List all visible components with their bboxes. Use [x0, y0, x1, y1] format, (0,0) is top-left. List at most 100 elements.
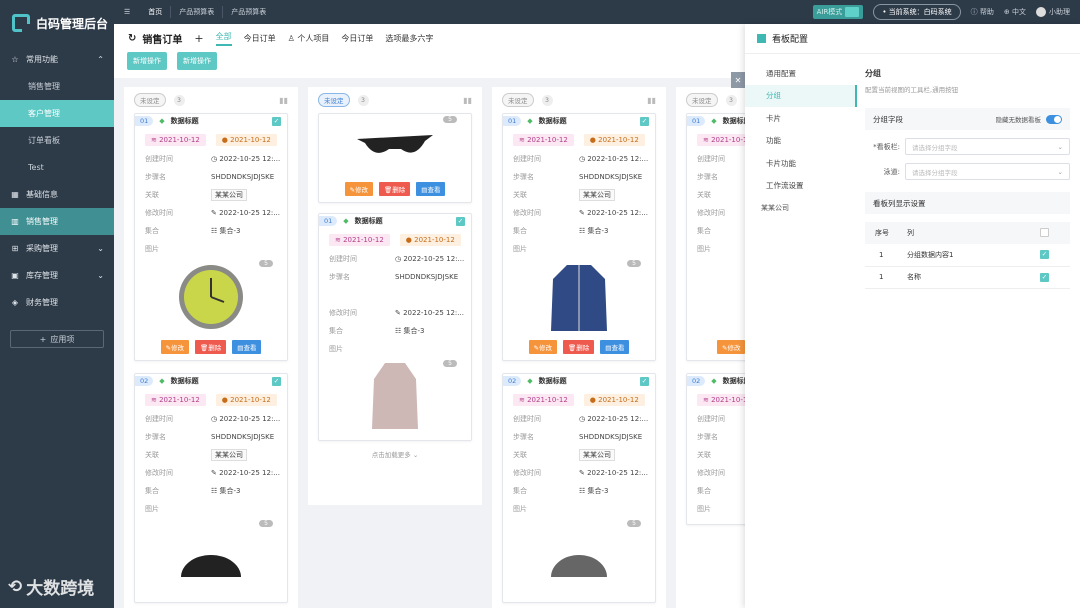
image-count-badge: 5 [259, 260, 273, 267]
nav-function[interactable]: 功能 [745, 130, 857, 153]
select-all-checkbox[interactable] [1040, 227, 1049, 237]
help-link[interactable]: ⓘ 帮助 [971, 7, 994, 17]
menu-group-common[interactable]: ☆ 常用功能 ⌃ [0, 46, 114, 73]
card-checkbox[interactable]: ✓ [640, 116, 649, 126]
board-column-select[interactable]: 请选择分组字段 ⌄ [905, 138, 1070, 155]
menu-group-sales[interactable]: ▥ 销售管理 [0, 208, 114, 235]
view-label: 查看 [243, 344, 257, 352]
filter-today[interactable]: 今日订单 [244, 33, 276, 44]
card-number: 01 [503, 116, 522, 126]
view-button[interactable]: ▤查看 [416, 182, 446, 196]
new-action-button[interactable]: 新增操作 [127, 52, 167, 70]
status-pill: 未设定 [502, 93, 534, 107]
filter-six-chars[interactable]: 选项最多六字 [385, 33, 433, 44]
menu-group-finance[interactable]: ◈ 财务管理 [0, 289, 114, 316]
bar-chart-icon[interactable]: ▮▮ [647, 96, 656, 105]
delete-button[interactable]: 🗑删除 [195, 340, 227, 354]
add-view-icon[interactable]: + [194, 32, 203, 45]
menu-item-test[interactable]: Test [0, 154, 114, 181]
nav-card-function[interactable]: 卡片功能 [745, 152, 857, 175]
field-label: 关联 [145, 191, 159, 199]
kanban-card[interactable]: 01 ◆ 数据标题 ✓ ≋ 2021-10-12 ● 2021-10-12 创建时间 ◷ … [502, 113, 656, 361]
product-image[interactable]: 5 [319, 358, 471, 434]
field-label: 图片 [145, 505, 159, 513]
checkbox-cell: ✓ [1040, 244, 1070, 267]
filter-personal[interactable]: ♙ 个人项目 [288, 33, 330, 44]
card-checkbox[interactable]: ✓ [272, 376, 281, 386]
nav-card[interactable]: 卡片 [745, 107, 857, 130]
drawer-close-button[interactable]: ✕ [731, 72, 745, 88]
hide-empty-toggle[interactable]: 隐藏无数据看板 [996, 114, 1062, 124]
card-checkbox[interactable]: ✓ [272, 116, 281, 126]
select-all-cell [1040, 222, 1070, 244]
delete-button[interactable]: 🗑删除 [563, 340, 595, 354]
edit-label: 修改 [171, 344, 185, 352]
row-checkbox[interactable]: ✓ [1040, 272, 1049, 282]
edit-button[interactable]: ✎修改 [528, 340, 558, 354]
system-selector[interactable]: • 当前系统：白码系统 [873, 4, 961, 20]
column-display-table: 序号 列 1 分组数据内容1 ✓ 1 名称 ✓ [865, 222, 1070, 289]
clock-image [179, 265, 243, 329]
date-value: 2021-10-12 [598, 396, 639, 404]
menu-toggle-icon[interactable]: ☰ [114, 8, 140, 16]
product-image[interactable]: 5 [319, 114, 471, 178]
air-mode-toggle[interactable]: AIR模式 [812, 5, 864, 19]
load-more-link[interactable]: 点击加载更多 ⌄ [318, 441, 472, 459]
edit-button[interactable]: ✎修改 [344, 182, 374, 196]
swimlane-select[interactable]: 请选择分组字段 ⌄ [905, 163, 1070, 180]
field-value: ☷ 集合-3 [211, 226, 241, 236]
kanban-card[interactable]: 5 ✎修改 🗑删除 ▤查看 [318, 113, 472, 203]
new-action-button[interactable]: 新增操作 [177, 52, 217, 70]
value-text: 2022-10-25 12:... [587, 469, 648, 477]
menu-group-inventory[interactable]: ▣ 库存管理 ⌄ [0, 262, 114, 289]
kanban-card[interactable]: 02 ◆ 数据标题 ✓ ≋ 2021-10-12 ● 2021-10-12 创建时间 ◷ … [502, 373, 656, 603]
menu-item-customers[interactable]: 客户管理 [0, 100, 114, 127]
view-button[interactable]: ▤查看 [232, 340, 262, 354]
view-button[interactable]: ▤查看 [600, 340, 630, 354]
clock-icon: ● [221, 136, 231, 144]
nav-general[interactable]: 通用配置 [745, 62, 857, 85]
nav-group[interactable]: 分组 [745, 84, 857, 107]
product-image[interactable]: 5 [135, 518, 287, 596]
box-icon: ▣ [11, 271, 19, 280]
user-menu[interactable]: 小助理 [1036, 7, 1070, 17]
tab-budget-2[interactable]: 产品预算表 [223, 6, 274, 18]
value-text: 2022-10-25 12:... [219, 469, 280, 477]
bar-chart-icon[interactable]: ▮▮ [463, 96, 472, 105]
kanban-card[interactable]: 01 ◆ 数据标题 ✓ ≋ 2021-10-12 ● 2021-10-12 创建时间 ◷ … [134, 113, 288, 361]
nav-workflow[interactable]: 工作流设置 [745, 175, 857, 198]
bar-chart-icon[interactable]: ▮▮ [279, 96, 288, 105]
product-image[interactable]: 5 [503, 518, 655, 596]
date-value: 2021-10-12 [230, 136, 271, 144]
delete-button[interactable]: 🗑删除 [379, 182, 411, 196]
menu-group-basic[interactable]: ▦ 基础信息 [0, 181, 114, 208]
product-image[interactable]: 5 [503, 258, 655, 336]
field-value: SHDDNDKSJDJSKE [395, 273, 459, 281]
filter-today-2[interactable]: 今日订单 [341, 33, 373, 44]
refresh-icon[interactable]: ↻ [128, 33, 136, 44]
add-app-button[interactable]: + 应用项 [10, 330, 104, 348]
tab-home[interactable]: 首页 [140, 6, 172, 18]
product-image[interactable]: 5 [135, 258, 287, 336]
board-config-drawer: 看板配置 通用配置 分组 卡片 功能 卡片功能 工作流设置 某某公司 分组 配置… [745, 24, 1080, 608]
menu-item-sales[interactable]: 销售管理 [0, 73, 114, 100]
card-title: 数据标题 [354, 217, 383, 225]
card-number: 02 [503, 376, 522, 386]
kanban-card[interactable]: 02 ◆ 数据标题 ✓ ≋ 2021-10-12 ● 2021-10-12 创建时间 ◷ … [134, 373, 288, 603]
list-icon: ☷ [211, 487, 220, 495]
date-badge: ● 2021-10-12 [583, 134, 645, 146]
tab-budget-1[interactable]: 产品预算表 [171, 6, 224, 18]
list-icon: ☷ [579, 487, 588, 495]
filter-all[interactable]: 全部 [215, 31, 232, 46]
pencil-icon: ✎ [211, 469, 220, 477]
row-checkbox[interactable]: ✓ [1040, 250, 1049, 260]
card-checkbox[interactable]: ✓ [456, 216, 465, 226]
kanban-card[interactable]: 01 ◆ 数据标题 ✓ ≋ 2021-10-12 ● 2021-10-12 创建时间 ◷ … [318, 213, 472, 441]
language-switch[interactable]: ⊕ 中文 [1004, 7, 1026, 17]
edit-button[interactable]: ✎修改 [717, 340, 746, 354]
menu-item-order-board[interactable]: 订单看板 [0, 127, 114, 154]
field-label: *看板栏: [873, 142, 900, 151]
menu-group-purchase[interactable]: ⊞ 采购管理 ⌄ [0, 235, 114, 262]
card-checkbox[interactable]: ✓ [640, 376, 649, 386]
edit-button[interactable]: ✎修改 [160, 340, 190, 354]
